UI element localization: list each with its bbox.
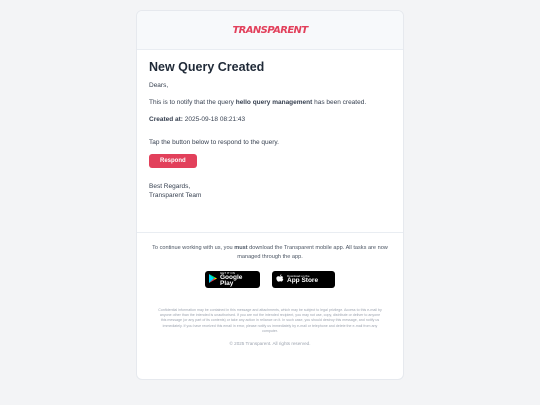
email-header: TRANSPARENT xyxy=(137,11,403,50)
apple-icon xyxy=(276,274,284,285)
greeting: Dears, xyxy=(149,82,169,89)
query-name: hello query management xyxy=(235,99,313,106)
app-notice: To continue working with us, you must do… xyxy=(152,245,388,260)
notice-emphasis: must xyxy=(234,245,248,251)
brand-logo: TRANSPARENT xyxy=(232,24,308,36)
app-store-badge[interactable]: Download on the App Store xyxy=(272,271,335,288)
email-body: New Query Created Dears, This is to noti… xyxy=(137,50,403,200)
signoff: Best Regards, xyxy=(149,183,191,190)
email-card: TRANSPARENT New Query Created Dears, Thi… xyxy=(136,10,404,380)
play-icon xyxy=(209,274,217,285)
respond-button[interactable]: Respond xyxy=(149,154,197,168)
footer-divider xyxy=(137,232,403,233)
copyright: © 2025 Transparent. All rights reserved. xyxy=(229,341,311,347)
google-play-badge[interactable]: GET IT ON Google Play xyxy=(205,271,260,288)
email-title: New Query Created xyxy=(149,60,265,74)
created-label: Created at: xyxy=(149,116,183,123)
store-badges: GET IT ON Google Play Download on the Ap… xyxy=(151,271,389,288)
email-footer: To continue working with us, you must do… xyxy=(137,244,403,346)
notification-text: This is to notify that the query hello q… xyxy=(149,99,367,106)
team-name: Transparent Team xyxy=(149,192,202,199)
legal-disclaimer: Confidential information may be containe… xyxy=(158,308,382,333)
created-at: Created at: 2025-09-18 08:21:43 xyxy=(149,115,391,124)
created-value: 2025-09-18 08:21:43 xyxy=(184,116,246,123)
cta-prompt: Tap the button below to respond to the q… xyxy=(149,139,279,146)
